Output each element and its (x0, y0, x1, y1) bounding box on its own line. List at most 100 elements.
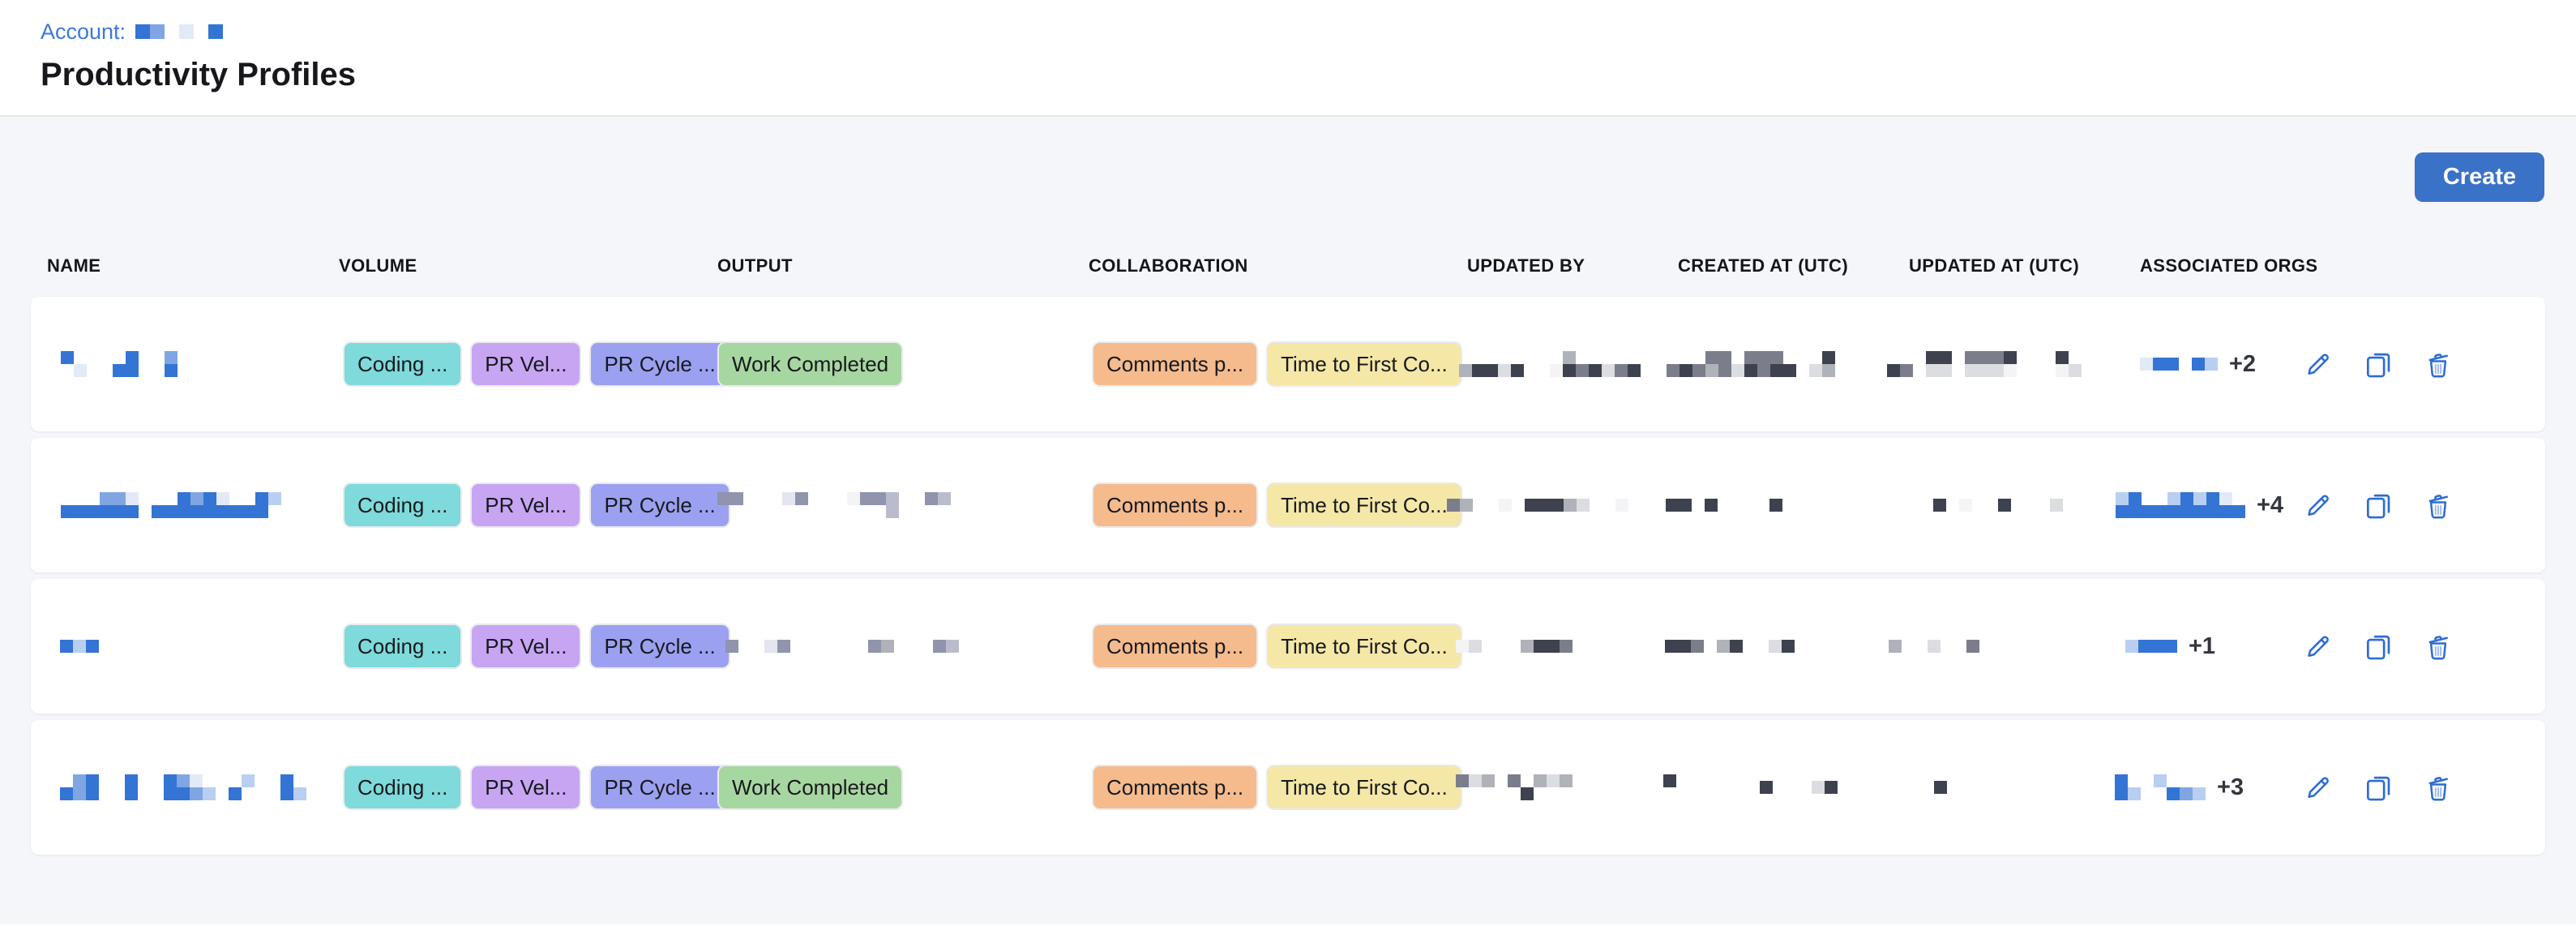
cell-volume: Coding ...PR Vel...PR Cycle ... (339, 482, 717, 528)
redacted-updated-by (1456, 774, 1678, 800)
table-row[interactable]: Coding ...PR Vel...PR Cycle ...Work Comp… (31, 720, 2545, 855)
tag-group: Comments p...Time to First Co... (1092, 341, 1467, 387)
metric-tag: PR Cycle ... (589, 624, 730, 669)
trash-icon (2423, 631, 2454, 662)
delete-button[interactable] (2422, 346, 2454, 382)
page-header: Account: Productivity Profiles (0, 0, 2576, 117)
metric-tag: Comments p... (1092, 624, 1258, 669)
delete-button[interactable] (2422, 487, 2454, 523)
redacted-account-pixels (135, 24, 223, 39)
metric-tag: PR Cycle ... (589, 765, 730, 810)
cell-output (717, 640, 1089, 653)
table-row[interactable]: Coding ...PR Vel...PR Cycle ...Work Comp… (31, 297, 2545, 431)
metric-tag: Time to First Co... (1266, 624, 1462, 669)
redacted-updated-at (1889, 640, 2140, 653)
cell-associated-orgs: +2 (2140, 351, 2302, 378)
column-header: COLLABORATION (1089, 255, 1467, 277)
account-link[interactable]: Account: (41, 18, 126, 45)
tag-group: Coding ...PR Vel...PR Cycle ... (343, 765, 717, 810)
cell-created-at (1678, 351, 1909, 377)
column-header: VOLUME (339, 255, 717, 277)
redacted-updated-by (1456, 640, 1678, 653)
cell-collaboration: Comments p...Time to First Co... (1089, 482, 1467, 528)
cell-associated-orgs: +3 (2140, 774, 2302, 801)
copy-icon (2363, 349, 2394, 379)
redacted-orgs (2115, 774, 2206, 800)
cell-volume: Coding ...PR Vel...PR Cycle ... (339, 624, 717, 669)
metric-tag: Comments p... (1092, 341, 1258, 387)
duplicate-button[interactable] (2362, 628, 2394, 664)
edit-button[interactable] (2302, 487, 2334, 523)
metric-tag: Time to First Co... (1266, 341, 1462, 387)
cell-collaboration: Comments p...Time to First Co... (1089, 765, 1467, 810)
redacted-created-at (1665, 640, 1909, 653)
duplicate-button[interactable] (2362, 487, 2394, 523)
cell-collaboration: Comments p...Time to First Co... (1089, 341, 1467, 387)
table-header-row: NAMEVOLUMEOUTPUTCOLLABORATIONUPDATED BYC… (31, 255, 2545, 277)
cell-name (47, 640, 339, 653)
column-header: CREATED AT (UTC) (1678, 255, 1909, 277)
metric-tag: Time to First Co... (1266, 765, 1462, 810)
metric-tag: Work Completed (717, 341, 903, 387)
orgs-more-count: +4 (2257, 492, 2283, 519)
metric-tag: PR Vel... (470, 341, 581, 387)
cell-output: Work Completed (717, 765, 1089, 810)
metric-tag: Comments p... (1092, 765, 1258, 810)
edit-button[interactable] (2302, 346, 2334, 382)
cell-updated-by (1467, 774, 1678, 800)
redacted-output (717, 492, 1089, 518)
duplicate-button[interactable] (2362, 770, 2394, 805)
tag-group: Work Completed (717, 341, 1089, 387)
cell-name (47, 492, 339, 518)
redacted-created-at (1667, 351, 1909, 377)
table-row[interactable]: Coding ...PR Vel...PR Cycle ... Comments … (31, 438, 2545, 572)
redacted-orgs (2116, 492, 2245, 518)
redacted-created-at (1666, 499, 1909, 512)
row-actions (2302, 770, 2545, 805)
redacted-created-at (1760, 781, 1909, 794)
redacted-orgs (2140, 358, 2218, 371)
cell-name (47, 351, 339, 377)
redacted-profile-name (61, 492, 339, 518)
orgs-more-count: +1 (2189, 633, 2215, 660)
redacted-updated-by (1459, 351, 1678, 377)
redacted-updated-by (1447, 499, 1678, 512)
content-panel: Create NAMEVOLUMEOUTPUTCOLLABORATIONUPDA… (0, 117, 2576, 924)
redacted-updated-at (1933, 499, 2140, 512)
tag-group: Coding ...PR Vel...PR Cycle ... (343, 341, 717, 387)
delete-button[interactable] (2422, 770, 2454, 805)
cell-updated-at (1909, 499, 2140, 512)
edit-button[interactable] (2302, 628, 2334, 664)
duplicate-button[interactable] (2362, 346, 2394, 382)
cell-updated-at (1909, 351, 2140, 377)
table-row[interactable]: Coding ...PR Vel...PR Cycle ... Comments … (31, 579, 2545, 714)
pencil-icon (2303, 631, 2334, 662)
create-button[interactable]: Create (2415, 152, 2544, 202)
redacted-profile-name (61, 351, 339, 377)
metric-tag: PR Cycle ... (589, 341, 730, 387)
cell-created-at (1678, 781, 1909, 794)
breadcrumb: Account: (41, 18, 2535, 45)
orgs-more-count: +2 (2229, 351, 2256, 378)
metric-tag: Time to First Co... (1266, 482, 1462, 528)
cell-output (717, 492, 1089, 518)
toolbar: Create (0, 117, 2576, 202)
cell-updated-at (1909, 781, 2140, 794)
edit-button[interactable] (2302, 770, 2334, 805)
trash-icon (2423, 490, 2454, 521)
pencil-icon (2303, 490, 2334, 521)
redacted-updated-at (1887, 351, 2140, 377)
column-header: OUTPUT (717, 255, 1089, 277)
row-actions (2302, 346, 2545, 382)
cell-name (47, 774, 339, 800)
delete-button[interactable] (2422, 628, 2454, 664)
column-header: UPDATED AT (UTC) (1909, 255, 2140, 277)
table-body: Coding ...PR Vel...PR Cycle ...Work Comp… (31, 297, 2545, 855)
tag-group: Coding ...PR Vel...PR Cycle ... (343, 624, 717, 669)
column-header: UPDATED BY (1467, 255, 1678, 277)
pencil-icon (2303, 349, 2334, 379)
metric-tag: Coding ... (343, 482, 462, 528)
copy-icon (2363, 772, 2394, 803)
metric-tag: Comments p... (1092, 482, 1258, 528)
cell-collaboration: Comments p...Time to First Co... (1089, 624, 1467, 669)
